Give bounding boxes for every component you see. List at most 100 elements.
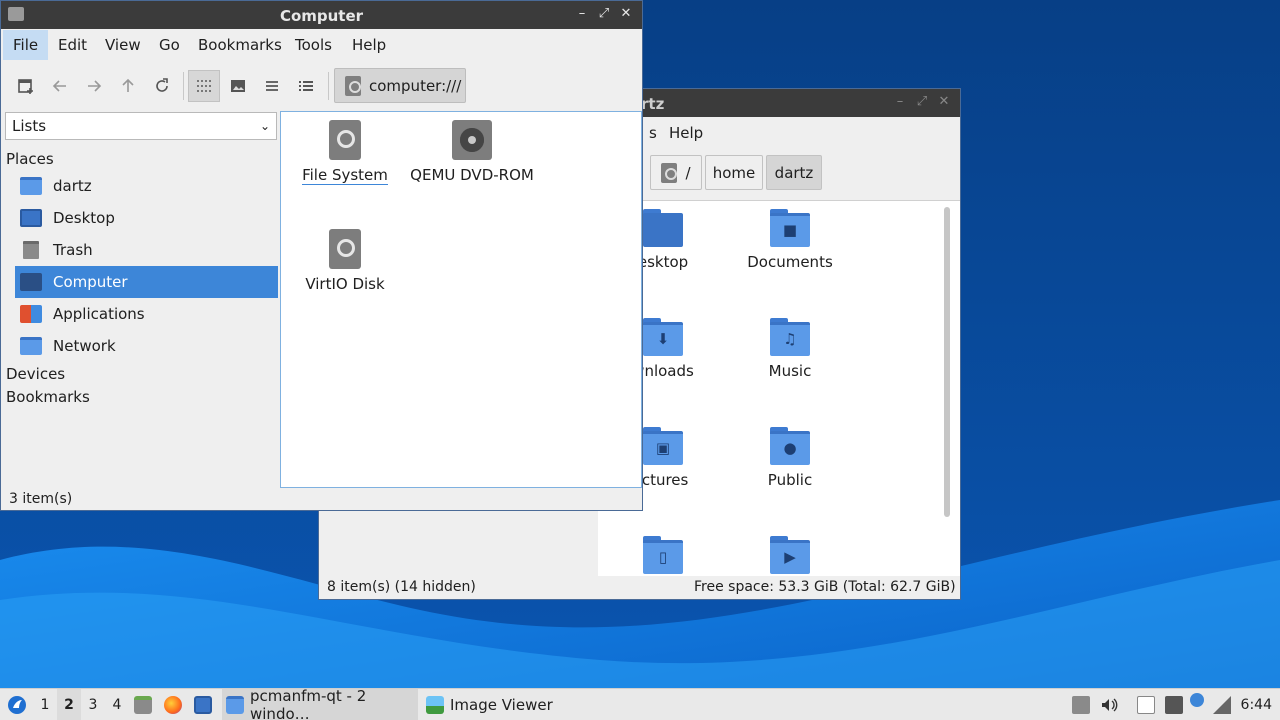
new-tab-icon: [18, 79, 33, 94]
places-header[interactable]: Places: [6, 150, 54, 168]
folder-icon: [226, 696, 244, 714]
minimize-icon[interactable]: –: [890, 92, 910, 112]
folder-videos[interactable]: ▶: [725, 536, 855, 574]
sidebar-item-desktop[interactable]: Desktop: [15, 202, 278, 234]
toolbar-separator: [183, 72, 184, 100]
clock[interactable]: 6:44: [1241, 689, 1272, 720]
network-icon[interactable]: [1165, 696, 1183, 714]
sidebar-item-dartz[interactable]: dartz: [15, 170, 278, 202]
file-manager-launcher[interactable]: [134, 689, 158, 720]
folder-public[interactable]: ● Public: [725, 427, 855, 489]
detailed-view-button[interactable]: [290, 70, 322, 102]
breadcrumb-root[interactable]: /: [650, 155, 702, 190]
item-virtio-disk[interactable]: VirtIO Disk: [280, 229, 410, 293]
templates-folder-icon: ▯: [643, 536, 683, 574]
sidebar-item-network[interactable]: Network: [15, 330, 278, 362]
volume-icon[interactable]: [1100, 696, 1118, 714]
hard-disk-icon: [329, 229, 361, 269]
close-icon[interactable]: ✕: [934, 92, 954, 112]
wifi-signal-icon[interactable]: [1213, 696, 1231, 714]
sidebar-item-trash[interactable]: Trash: [15, 234, 278, 266]
up-button[interactable]: [112, 70, 144, 102]
scrollbar[interactable]: [944, 207, 950, 517]
icon-view-button[interactable]: [188, 70, 220, 102]
forward-button[interactable]: [78, 70, 110, 102]
hard-disk-icon: [329, 120, 361, 160]
menu-go[interactable]: Go: [149, 30, 190, 60]
folder-music[interactable]: ♫ Music: [725, 318, 855, 380]
compact-view-button[interactable]: [256, 70, 288, 102]
tray-up-arrow-icon[interactable]: [1072, 696, 1090, 714]
pictures-folder-icon: ▣: [643, 427, 683, 465]
sidebar-item-label: Desktop: [53, 209, 115, 227]
side-pane-mode-select[interactable]: Lists ⌄: [5, 112, 277, 140]
computer-window[interactable]: Computer – ⤢ ✕ File Edit View Go Bookmar…: [0, 0, 643, 511]
folder-label: Public: [767, 471, 813, 489]
menu-help[interactable]: Help: [342, 30, 396, 60]
start-menu-button[interactable]: [4, 689, 30, 720]
documents-folder-icon: ■: [770, 209, 810, 247]
minimize-icon[interactable]: –: [572, 4, 592, 24]
drive-icon: [345, 75, 361, 96]
folder-label: Documents: [747, 253, 833, 271]
thumbnail-view-button[interactable]: [222, 70, 254, 102]
firefox-icon: [164, 696, 182, 714]
toolbar: computer:///: [1, 60, 642, 112]
menu-view[interactable]: View: [95, 30, 151, 60]
maximize-icon[interactable]: ⤢: [594, 4, 614, 24]
desktop-3-button[interactable]: 3: [81, 689, 105, 720]
show-desktop-button[interactable]: [194, 689, 218, 720]
task-label: Image Viewer: [450, 696, 553, 714]
task-image-viewer[interactable]: Image Viewer: [422, 689, 572, 720]
folder-label: Music: [768, 362, 812, 380]
new-tab-button[interactable]: [10, 70, 42, 102]
breadcrumb-root-label: /: [685, 163, 691, 182]
menu-tools[interactable]: Tools: [285, 30, 342, 60]
bookmarks-header[interactable]: Bookmarks: [6, 388, 90, 406]
folder-templates[interactable]: ▯: [598, 536, 728, 574]
arrow-up-icon: [122, 78, 134, 92]
trash-icon: [23, 241, 39, 259]
clipboard-icon[interactable]: [1137, 696, 1155, 714]
downloads-folder-icon: ⬇: [643, 318, 683, 356]
breadcrumb-dartz[interactable]: dartz: [766, 155, 822, 190]
reload-button[interactable]: [146, 70, 178, 102]
chevron-down-icon: ⌄: [259, 119, 270, 133]
arrow-right-icon: [88, 80, 102, 92]
menu-item-help[interactable]: Help: [659, 118, 713, 148]
breadcrumb-home[interactable]: home: [705, 155, 763, 190]
desktop-folder-icon: [643, 209, 683, 247]
folder-documents[interactable]: ■ Documents: [725, 209, 855, 271]
item-qemu-dvd-rom[interactable]: QEMU DVD-ROM: [407, 120, 537, 184]
sidebar-item-computer[interactable]: Computer: [15, 266, 278, 298]
desktop-1-button[interactable]: 1: [33, 689, 57, 720]
list-icon: [266, 81, 278, 91]
computer-icon: [20, 273, 42, 291]
sidebar-item-label: Applications: [53, 305, 145, 323]
sidebar-item-applications[interactable]: Applications: [15, 298, 278, 330]
folder-view[interactable]: esktop ■ Documents ⬇ wnloads ♫ Music ▣ i…: [598, 200, 960, 576]
task-pcmanfm[interactable]: pcmanfm-qt - 2 windo…: [222, 687, 418, 720]
notification-icon[interactable]: [1190, 693, 1204, 707]
path-button-computer[interactable]: computer:///: [334, 68, 466, 103]
back-button[interactable]: [44, 70, 76, 102]
lubuntu-logo-icon: [8, 696, 26, 714]
icon-view[interactable]: File System QEMU DVD-ROM VirtIO Disk: [280, 111, 642, 488]
desktop-4-button[interactable]: 4: [105, 689, 129, 720]
sidebar-item-label: Computer: [53, 273, 128, 291]
menu-bookmarks[interactable]: Bookmarks: [188, 30, 292, 60]
sidebar: Places dartz Desktop Trash Computer Appl…: [1, 146, 279, 486]
titlebar[interactable]: Computer – ⤢ ✕: [1, 1, 642, 29]
desktop-2-button[interactable]: 2: [57, 689, 81, 720]
item-file-system[interactable]: File System: [280, 120, 410, 185]
firefox-launcher[interactable]: [164, 689, 188, 720]
task-label: pcmanfm-qt - 2 windo…: [250, 687, 367, 720]
devices-header[interactable]: Devices: [6, 365, 65, 383]
close-icon[interactable]: ✕: [616, 4, 636, 24]
home-folder-icon: [20, 177, 42, 195]
window-title: Computer: [279, 7, 364, 25]
item-label: QEMU DVD-ROM: [410, 166, 534, 184]
menu-edit[interactable]: Edit: [48, 30, 97, 60]
maximize-icon[interactable]: ⤢: [912, 92, 932, 112]
menu-file[interactable]: File: [3, 30, 49, 60]
